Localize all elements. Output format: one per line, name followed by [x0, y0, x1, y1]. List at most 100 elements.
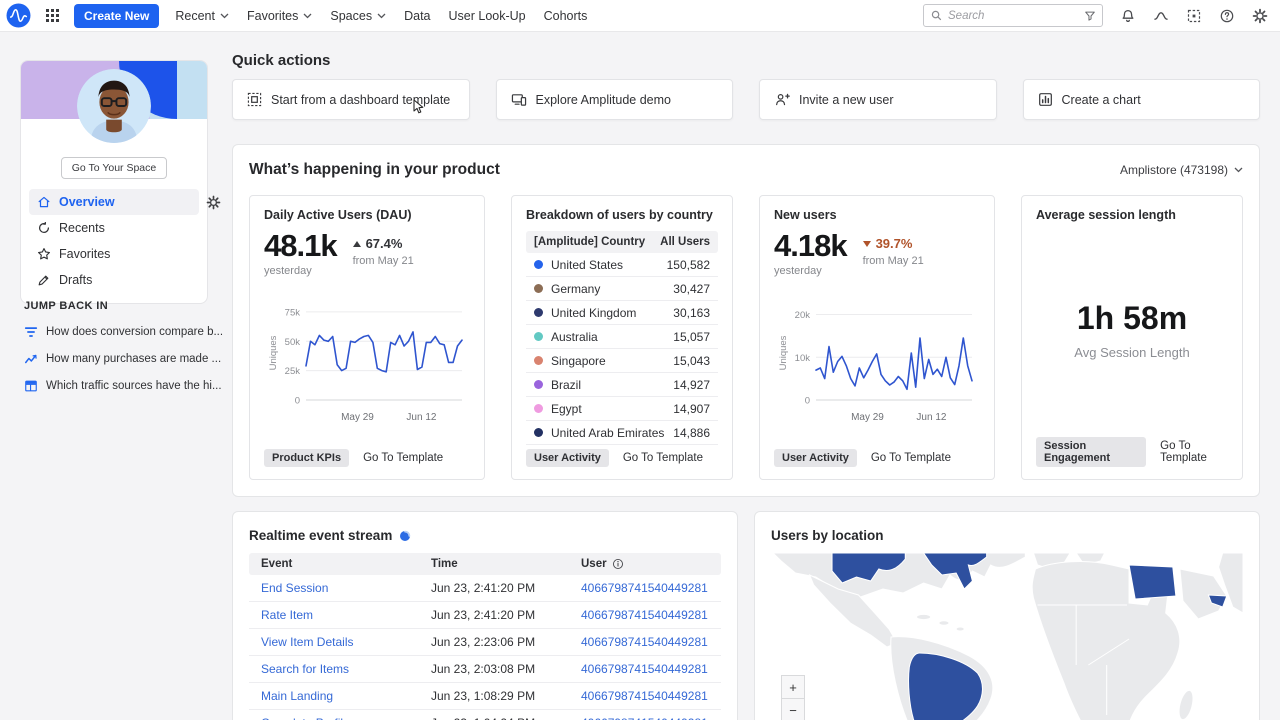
event-user-link[interactable]: 4066798741540449281 — [581, 608, 708, 622]
country-row[interactable]: United Arab Emirates14,886 — [526, 421, 718, 445]
event-row: View Item DetailsJun 23, 2:23:06 PM40667… — [249, 629, 721, 656]
sidebar-item-favorites[interactable]: Favorites — [29, 241, 199, 267]
go-to-template-link[interactable]: Go To Template — [363, 452, 443, 464]
map-title: Users by location — [771, 528, 1243, 543]
world-map-svg — [771, 553, 1243, 720]
event-time: Jun 23, 2:41:20 PM — [419, 608, 569, 622]
session-length-value: 1h 58m — [1077, 300, 1187, 337]
svg-text:Uniques: Uniques — [268, 335, 279, 370]
overview-settings-gear-icon[interactable] — [206, 195, 221, 210]
country-row[interactable]: Singapore15,043 — [526, 349, 718, 373]
notifications-bell-icon[interactable] — [1120, 8, 1136, 24]
country-row[interactable]: Australia 15,057 — [526, 325, 718, 349]
filter-funnel-icon[interactable] — [1084, 10, 1096, 22]
event-name-link[interactable]: Complete Profile — [261, 716, 350, 720]
apps-grid-icon[interactable] — [45, 8, 60, 23]
go-to-template-link[interactable]: Go To Template — [871, 452, 951, 464]
nav-user-lookup[interactable]: User Look-Up — [447, 5, 528, 27]
go-to-template-link[interactable]: Go To Template — [1160, 440, 1228, 464]
event-name-link[interactable]: End Session — [261, 581, 328, 595]
jump-back-in-line-chart[interactable]: How many purchases are made ... — [24, 352, 224, 366]
search-input[interactable] — [948, 10, 1079, 22]
nav-spaces[interactable]: Spaces — [328, 5, 388, 27]
event-row: Complete ProfileJun 23, 1:04:24 PM406679… — [249, 710, 721, 720]
nav-favorites[interactable]: Favorites — [245, 5, 314, 27]
jump-back-in-funnel-chart[interactable]: How does conversion compare b... — [24, 325, 224, 339]
new-users-line-chart[interactable]: 010k20kUniquesMay 29Jun 12 — [774, 298, 980, 428]
nav-data[interactable]: Data — [402, 5, 432, 27]
dau-line-chart[interactable]: 025k50k75kUniquesMay 29Jun 12 — [264, 298, 470, 428]
event-user-link[interactable]: 4066798741540449281 — [581, 581, 708, 595]
country-users-value: 14,927 — [673, 378, 710, 392]
series-color-dot — [534, 356, 543, 365]
svg-text:50k: 50k — [285, 337, 301, 348]
nav-recent[interactable]: Recent — [173, 5, 231, 27]
sidebar-item-recents[interactable]: Recents — [29, 215, 199, 241]
amplitude-logo-icon[interactable] — [6, 3, 31, 28]
session-card-title: Average session length — [1036, 208, 1228, 222]
quick-action-create-chart[interactable]: Create a chart — [1023, 79, 1261, 120]
country-row[interactable]: United Kingdom30,163 — [526, 301, 718, 325]
go-to-template-link[interactable]: Go To Template — [623, 452, 703, 464]
country-users-value: 15,057 — [673, 330, 710, 344]
realtime-table: Event Time User End Session Jun 23, 2:41:… — [249, 553, 721, 720]
avatar[interactable] — [77, 69, 151, 143]
jump-back-in-section: JUMP BACK IN How does conversion compare… — [24, 300, 224, 393]
settings-gear-icon[interactable] — [1252, 8, 1268, 24]
sidebar-item-overview[interactable]: Overview — [29, 189, 199, 215]
quick-action-invite-user[interactable]: Invite a new user — [759, 79, 997, 120]
event-user-link[interactable]: 4066798741540449281 — [581, 662, 708, 676]
realtime-table-header: Event Time User — [249, 553, 721, 575]
search-icon — [930, 9, 943, 22]
map-zoom-in-button[interactable]: + — [781, 675, 805, 699]
help-icon[interactable] — [1219, 8, 1235, 24]
live-stream-indicator-icon — [399, 530, 411, 542]
event-time: Jun 23, 2:41:20 PM — [419, 581, 569, 595]
map-zoom-out-button[interactable]: − — [781, 699, 805, 720]
session-engagement-chip[interactable]: Session Engagement — [1036, 437, 1146, 467]
country-row[interactable]: Germany30,427 — [526, 277, 718, 301]
quick-action-explore-demo[interactable]: Explore Amplitude demo — [496, 79, 734, 120]
go-to-your-space-button[interactable]: Go To Your Space — [61, 157, 167, 179]
event-user-link[interactable]: 4066798741540449281 — [581, 716, 708, 720]
sidebar-item-drafts[interactable]: Drafts — [29, 267, 199, 293]
series-color-dot — [534, 332, 543, 341]
event-row: End Session Jun 23, 2:41:20 PM 40667987415… — [249, 575, 721, 602]
user-activity-chip[interactable]: User Activity — [774, 449, 857, 467]
svg-text:20k: 20k — [795, 310, 811, 321]
country-row[interactable]: Brazil14,927 — [526, 373, 718, 397]
event-name-link[interactable]: Search for Items — [261, 662, 349, 676]
nav-cohorts[interactable]: Cohorts — [542, 5, 590, 27]
project-selector[interactable]: Amplistore (473198) — [1120, 163, 1243, 177]
journeys-path-icon[interactable] — [1153, 8, 1169, 24]
search-box[interactable] — [923, 4, 1103, 27]
country-row[interactable]: United States150,582 — [526, 253, 718, 277]
quick-action-dashboard-template[interactable]: Start from a dashboard template — [232, 79, 470, 120]
dau-card-title: Daily Active Users (DAU) — [264, 208, 470, 222]
mouse-cursor-icon — [413, 99, 426, 115]
jump-back-in-table-chart[interactable]: Which traffic sources have the hi... — [24, 379, 224, 393]
create-new-button[interactable]: Create New — [74, 4, 159, 28]
event-name-link[interactable]: Rate Item — [261, 608, 313, 622]
line-chart-icon — [24, 352, 38, 366]
new-users-delta: 39.7% — [863, 236, 924, 251]
user-activity-chip[interactable]: User Activity — [526, 449, 609, 467]
world-map[interactable]: + − — [771, 553, 1243, 720]
event-row: Rate Item Jun 23, 2:41:20 PM 4066798741540… — [249, 602, 721, 629]
dashboard-template-icon — [247, 92, 262, 107]
invite-user-icon — [774, 92, 790, 107]
event-user-link[interactable]: 4066798741540449281 — [581, 689, 708, 703]
event-name-link[interactable]: View Item Details — [261, 635, 353, 649]
series-color-dot — [534, 380, 543, 389]
product-kpis-chip[interactable]: Product KPIs — [264, 449, 349, 467]
event-user-link[interactable]: 4066798741540449281 — [581, 635, 708, 649]
svg-text:Jun 12: Jun 12 — [916, 412, 946, 423]
country-row[interactable]: Egypt14,907 — [526, 397, 718, 421]
event-name-link[interactable]: Main Landing — [261, 689, 333, 703]
table-icon — [24, 379, 38, 393]
triangle-up-icon — [353, 241, 361, 247]
select-area-icon[interactable] — [1186, 8, 1202, 24]
country-name: Australia — [551, 330, 598, 344]
country-name: United Arab Emirates — [551, 426, 664, 440]
info-icon[interactable] — [612, 558, 624, 570]
